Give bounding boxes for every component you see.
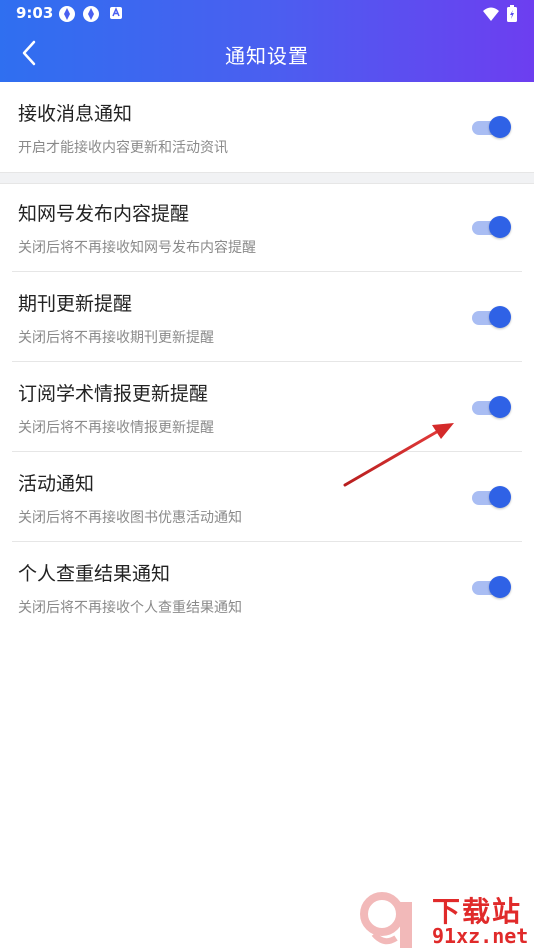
setting-description: 关闭后将不再接收个人查重结果通知 [18, 600, 242, 616]
plagiarism-result-notification-toggle[interactable] [472, 575, 512, 599]
toggle-knob [489, 116, 511, 138]
journal-update-reminder-toggle[interactable] [472, 305, 512, 329]
battery-icon [506, 5, 524, 23]
setting-title: 订阅学术情报更新提醒 [18, 383, 209, 405]
setting-description: 关闭后将不再接收期刊更新提醒 [18, 330, 214, 346]
zhiwang-content-reminder-toggle[interactable] [472, 215, 512, 239]
toggle-knob [489, 396, 511, 418]
setting-title: 活动通知 [18, 473, 95, 495]
toggle-knob [489, 306, 511, 328]
status-bar: 9:03 [0, 0, 534, 28]
setting-title: 期刊更新提醒 [18, 293, 133, 315]
app-icon [82, 5, 100, 23]
setting-description: 开启才能接收内容更新和活动资讯 [18, 140, 228, 156]
toggle-knob [489, 216, 511, 238]
app-header: 9:03 通知设置 [0, 0, 534, 82]
watermark-logo [360, 892, 412, 948]
app-icon [58, 5, 76, 23]
setting-row-zhiwang-content-reminder: 知网号发布内容提醒 关闭后将不再接收知网号发布内容提醒 [12, 182, 522, 272]
setting-title: 个人查重结果通知 [18, 563, 171, 585]
notification-icon [108, 5, 126, 23]
activity-notification-toggle[interactable] [472, 485, 512, 509]
toggle-knob [489, 576, 511, 598]
setting-row-message-notification: 接收消息通知 开启才能接收内容更新和活动资讯 [12, 82, 522, 172]
watermark-url: 91xz.net [432, 924, 529, 948]
page-title: 通知设置 [225, 44, 309, 68]
setting-description: 关闭后将不再接收知网号发布内容提醒 [18, 240, 256, 256]
wifi-icon [482, 5, 500, 23]
setting-title: 接收消息通知 [18, 103, 133, 125]
message-notification-toggle[interactable] [472, 115, 512, 139]
setting-description: 关闭后将不再接收情报更新提醒 [18, 420, 214, 436]
setting-title: 知网号发布内容提醒 [18, 203, 190, 225]
toggle-knob [489, 486, 511, 508]
setting-row-plagiarism-result-notification: 个人查重结果通知 关闭后将不再接收个人查重结果通知 [12, 542, 522, 632]
watermark: 下载站 91xz.net [360, 888, 534, 950]
academic-intel-reminder-toggle[interactable] [472, 395, 512, 419]
status-time: 9:03 [16, 4, 54, 22]
annotation-arrow [343, 423, 454, 487]
setting-row-journal-update-reminder: 期刊更新提醒 关闭后将不再接收期刊更新提醒 [12, 272, 522, 362]
setting-description: 关闭后将不再接收图书优惠活动通知 [18, 510, 242, 526]
